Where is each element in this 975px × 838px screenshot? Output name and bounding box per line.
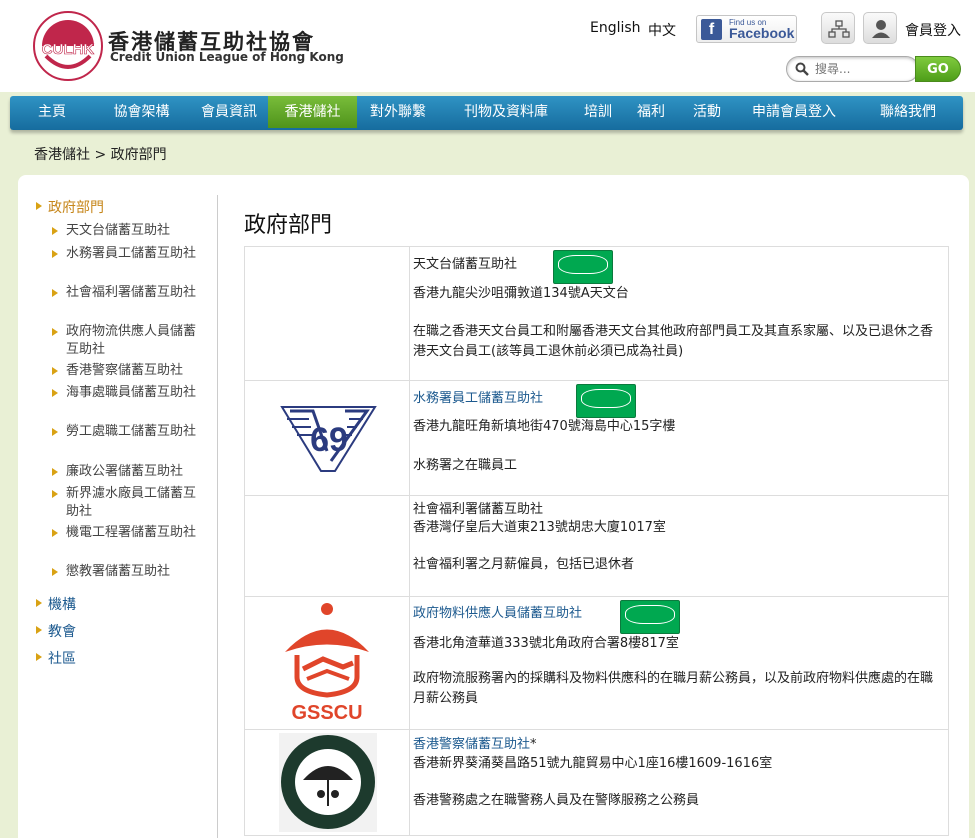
facebook-icon: f — [701, 19, 722, 40]
table-row: GSSCU 政府物料供應人員儲蓄互助社 香港北角渣華道333號北角政府合署8樓8… — [244, 597, 949, 730]
quality-governance-badge-icon — [620, 600, 680, 634]
union-name[interactable]: 香港警察儲蓄互助社 — [413, 737, 530, 752]
nav-item-external[interactable]: 對外聯繫 — [357, 96, 439, 128]
table-row: 天文台儲蓄互助社 香港九龍尖沙咀彌敦道134號A天文台 在職之香港天文台員工和附… — [244, 246, 949, 381]
arrow-icon — [52, 389, 58, 397]
nav-item-events[interactable]: 活動 — [679, 96, 735, 128]
sidebar-sub-item[interactable]: 新界濾水廠員工儲蓄互助社 — [66, 485, 206, 521]
name-suffix-mark: * — [530, 737, 537, 752]
gsscu-logo-icon: GSSCU — [285, 603, 369, 724]
arrow-icon — [52, 428, 58, 436]
union-membership: 社會福利署之月薪僱員，包括已退休者 — [413, 557, 635, 572]
arrow-icon — [36, 653, 42, 661]
arrow-icon — [52, 568, 58, 576]
nav-item-structure[interactable]: 協會架構 — [94, 96, 189, 128]
sidebar-sub-item[interactable]: 政府物流供應人員儲蓄互助社 — [66, 323, 206, 359]
lang-english-link[interactable]: English — [590, 20, 641, 36]
sidebar-item-community[interactable]: 社區 — [48, 648, 76, 668]
nav-item-benefits[interactable]: 福利 — [623, 96, 679, 128]
arrow-icon — [36, 202, 42, 210]
table-row: 社會福利署儲蓄互助社 香港灣仔皇后大道東213號胡忠大廈1017室 社會福利署之… — [244, 496, 949, 597]
union-address: 香港新界葵涌葵昌路51號九龍貿易中心1座16樓1609-1616室 — [413, 756, 773, 771]
arrow-icon — [52, 227, 58, 235]
logo-cell: 69 — [245, 381, 410, 495]
logo-cell: GSSCU — [245, 597, 410, 729]
nav-item-apply-login[interactable]: 申請會員登入 — [735, 96, 853, 128]
police-credit-union-logo-icon — [279, 733, 377, 832]
nav-item-publications[interactable]: 刊物及資料庫 — [439, 96, 573, 128]
page-title: 政府部門 — [244, 213, 333, 238]
logo-cell — [245, 730, 410, 835]
sidebar-sub-item[interactable]: 香港警察儲蓄互助社 — [66, 362, 206, 380]
site-header: CULHK 香港儲蓄互助社協會 Credit Union League of H… — [0, 0, 975, 92]
arrow-icon — [52, 367, 58, 375]
user-icon — [872, 20, 890, 38]
sidebar-sub-item[interactable]: 勞工處職工儲蓄互助社 — [66, 423, 206, 441]
sidebar-item-churches[interactable]: 教會 — [48, 621, 76, 641]
union-name[interactable]: 政府物料供應人員儲蓄互助社 — [413, 606, 582, 621]
union-name: 社會福利署儲蓄互助社 — [413, 502, 544, 517]
svg-text:69: 69 — [310, 421, 348, 459]
sidebar-item-organisations[interactable]: 機構 — [48, 594, 76, 614]
table-row: 69 水務署員工儲蓄互助社 香港九龍旺角新填地街470號海島中心15字樓 水務署… — [244, 381, 949, 496]
table-row: 香港警察儲蓄互助社* 香港新界葵涌葵昌路51號九龍貿易中心1座16樓1609-1… — [244, 730, 949, 836]
nav-item-hk-credit-unions[interactable]: 香港儲社 — [268, 96, 357, 128]
breadcrumb: 香港儲社 > 政府部門 — [34, 147, 167, 163]
member-login-link[interactable]: 會員登入 — [905, 20, 961, 40]
water-supplies-logo-icon: 69 — [280, 406, 377, 472]
union-address: 香港九龍旺角新填地街470號海島中心15字樓 — [413, 419, 676, 434]
sidebar-sub-item[interactable]: 水務署員工儲蓄互助社 — [66, 245, 206, 263]
arrow-icon — [52, 490, 58, 498]
nav-item-home[interactable]: 主頁 — [10, 96, 94, 128]
culhk-logo[interactable]: CULHK — [32, 10, 104, 82]
lang-chinese-link[interactable]: 中文 — [648, 20, 676, 40]
union-name: 天文台儲蓄互助社 — [413, 257, 518, 272]
nav-item-contact[interactable]: 聯絡我們 — [853, 96, 963, 128]
sidebar-sub-item[interactable]: 機電工程署儲蓄互助社 — [66, 524, 206, 542]
main-nav: 主頁 協會架構 會員資訊 香港儲社 對外聯繫 刊物及資料庫 培訓 福利 活動 申… — [10, 96, 963, 130]
arrow-icon — [36, 626, 42, 634]
sitemap-icon — [828, 20, 850, 38]
union-name-link[interactable]: 水務署員工儲蓄互助社 — [413, 389, 943, 409]
union-address: 香港灣仔皇后大道東213號胡忠大廈1017室 — [413, 520, 666, 535]
site-title-en: Credit Union League of Hong Kong — [110, 50, 344, 64]
arrow-icon — [52, 250, 58, 258]
svg-text:GSSCU: GSSCU — [291, 702, 362, 724]
logo-cell — [245, 496, 410, 596]
sidebar-sub-item[interactable]: 廉政公署儲蓄互助社 — [66, 463, 206, 481]
union-address: 香港九龍尖沙咀彌敦道134號A天文台 — [413, 286, 629, 301]
quality-governance-badge-icon — [576, 384, 636, 418]
union-name[interactable]: 水務署員工儲蓄互助社 — [413, 391, 543, 406]
nav-item-training[interactable]: 培訓 — [573, 96, 623, 128]
search-icon — [795, 62, 809, 76]
logo-cell — [245, 247, 410, 380]
union-membership: 政府物流服務署內的採購科及物料供應科的在職月薪公務員，以及前政府物料供應處的在職… — [413, 671, 934, 706]
arrow-icon — [52, 328, 58, 336]
union-membership: 水務署之在職員工 — [413, 458, 518, 473]
search-box — [786, 56, 919, 82]
union-membership: 在職之香港天文台員工和附屬香港天文台其他政府部門員工及其直系家屬、以及已退休之香… — [413, 324, 934, 359]
sidebar-item-government[interactable]: 政府部門 — [48, 197, 104, 217]
sidebar-divider — [217, 195, 218, 838]
quality-governance-badge-icon — [553, 250, 613, 284]
sidebar-sub-item[interactable]: 懲教署儲蓄互助社 — [66, 563, 206, 581]
sidebar-sub-item[interactable]: 社會福利署儲蓄互助社 — [66, 284, 206, 302]
sitemap-button[interactable] — [821, 12, 855, 44]
union-address: 香港北角渣華道333號北角政府合署8樓817室 — [413, 636, 679, 651]
union-name-link[interactable]: 香港警察儲蓄互助社* — [413, 735, 943, 755]
facebook-button[interactable]: f Find us on Facebook — [696, 15, 797, 43]
arrow-icon — [52, 529, 58, 537]
sidebar-sub-item[interactable]: 海事處職員儲蓄互助社 — [66, 384, 206, 402]
search-input[interactable] — [815, 60, 913, 78]
user-button[interactable] — [863, 12, 897, 44]
union-membership: 香港警務處之在職警務人員及在警隊服務之公務員 — [413, 793, 700, 808]
arrow-icon — [52, 289, 58, 297]
facebook-big-text: Facebook — [729, 25, 795, 41]
search-go-button[interactable]: GO — [915, 56, 961, 82]
nav-item-member-info[interactable]: 會員資訊 — [189, 96, 269, 128]
arrow-icon — [52, 468, 58, 476]
arrow-icon — [36, 599, 42, 607]
sidebar-sub-item[interactable]: 天文台儲蓄互助社 — [66, 222, 206, 240]
svg-text:CULHK: CULHK — [42, 41, 95, 58]
